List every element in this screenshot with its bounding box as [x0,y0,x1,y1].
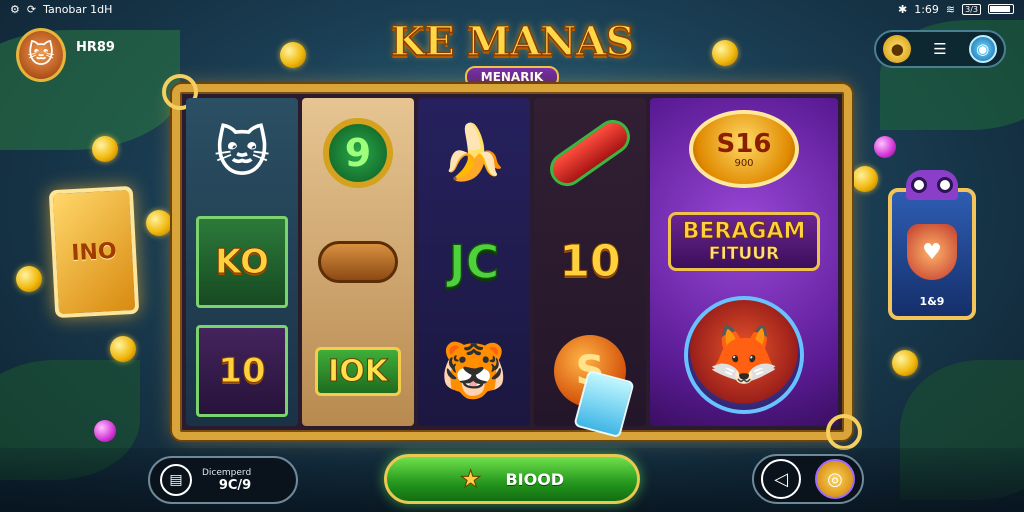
coins-icon: ● [890,40,904,58]
settings-icon: ◉ [976,40,990,58]
rocket-symbol [543,107,637,199]
cat-avatar-icon: 🐱 [27,40,55,70]
gem-icon [94,420,116,442]
coin-icon [852,166,878,192]
settings-icon: ⚙ [10,2,20,16]
coin-icon [110,336,136,362]
avatar[interactable]: 🐱 [16,28,66,82]
coin-icon [712,40,738,66]
ten-k-symbol: IOK [312,325,404,417]
feature-panel: S16 900 BERAGAM FITUUR 🦊 [650,98,838,426]
jc-symbol: JC [448,234,500,290]
heart-shield-icon: ♥ [907,224,957,280]
bet-control[interactable]: ▤ Dicemperd 9C/9 [148,456,298,504]
coins-button[interactable]: ● [883,35,912,63]
side-panel-right[interactable]: ♥ 1&9 [888,170,976,320]
coin-icon [92,136,118,162]
menu-icon: ☰ [933,40,947,58]
feature-banner-title: BERAGAM [682,219,806,245]
autoplay-button[interactable]: ◎ [815,459,855,499]
menu-button[interactable]: ☰ [926,35,954,63]
star-icon: ★ [459,465,482,494]
settings-button[interactable]: ◉ [968,35,997,63]
spin-label: BIOOD [505,469,565,489]
autoplay-icon: ◎ [827,468,843,490]
ten-gold-symbol: 10 [559,236,621,288]
robot-mascot-icon [906,170,958,200]
sync-icon: ⟳ [26,2,37,16]
coin-icon [146,210,172,236]
coin-icon [892,350,918,376]
logo-title: KE MANAS [390,18,635,65]
ko-symbol: KO [196,215,288,308]
side-left-label: INO [70,238,118,266]
battery-label: 3/3 [962,3,981,15]
bluetooth-icon: ✱ [897,2,908,16]
feature-banner-subtitle: FITUUR [708,244,780,265]
feature-banner: BERAGAM FITUUR [667,212,821,272]
panther-symbol: 🐯 [440,339,508,403]
gem-icon [874,136,896,158]
battery-icon [988,4,1014,14]
banana-symbol: 🍌 [440,120,508,184]
reel-frame: 🐱 KO 10 9 IOK 🍌 JC 🐯 10 S S16 [162,74,862,450]
reel-column-1: 🐱 KO 10 [186,98,298,426]
status-left-text: Tanobar 1dH [43,2,113,16]
reel-column-2: 9 IOK [302,98,414,426]
coin-icon [16,266,42,292]
right-controls: ◁ ◎ [752,454,864,504]
cat-hero-symbol: 🐱 [213,120,271,184]
back-arrow-icon: ◁ [774,468,788,490]
top-controls: ● ☰ ◉ [874,30,1006,68]
feature-coin: S16 900 [689,110,799,189]
bet-label: Dicemperd [202,467,252,478]
game-logo: KE MANAS MENARIK [386,18,638,88]
reel-column-3: 🍌 JC 🐯 [418,98,530,426]
reel-column-4: 10 S [534,98,646,439]
back-button[interactable]: ◁ [761,459,801,499]
fox-hero-icon: 🦊 [684,295,804,414]
log-symbol [312,216,404,308]
username: HR89 [76,40,115,55]
coin-icon [280,42,306,68]
ten-symbol: 10 [196,325,288,418]
bet-value: 9C/9 [218,477,252,493]
money-bag-symbol: S [544,325,636,439]
status-time: 1:69 [914,2,939,16]
reels: 🐱 KO 10 9 IOK 🍌 JC 🐯 10 S S16 [186,98,838,439]
nine-ring-symbol: 9 [312,107,404,199]
side-right-label: 1&9 [919,295,945,308]
spin-button[interactable]: ★ BIOOD [384,454,640,504]
calendar-icon: ▤ [160,464,192,496]
wifi-icon: ≋ [945,2,956,16]
side-panel-left[interactable]: INO [48,185,140,319]
status-bar: ⚙ ⟳ Tanobar 1dH ✱ 1:69 ≋ 3/3 [0,0,1024,18]
